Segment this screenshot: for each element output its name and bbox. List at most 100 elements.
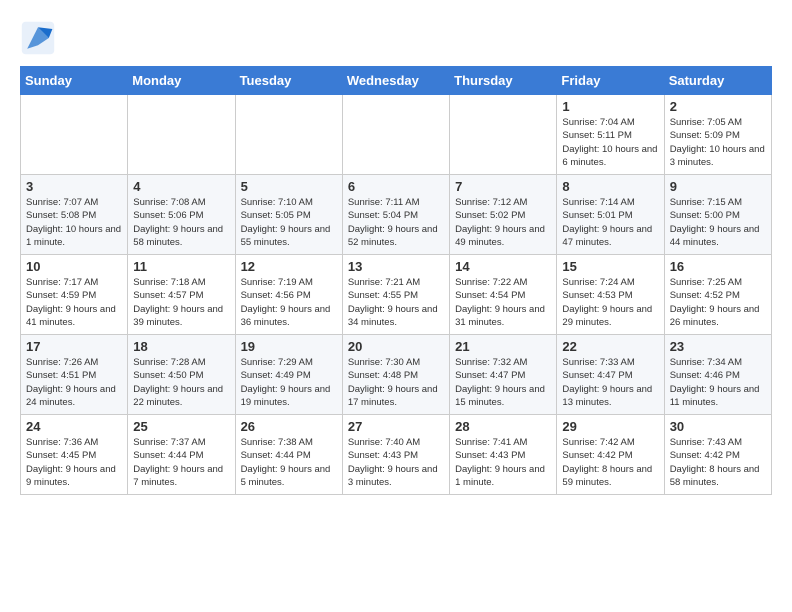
day-number: 27 — [348, 419, 444, 434]
day-number: 12 — [241, 259, 337, 274]
day-number: 3 — [26, 179, 122, 194]
calendar-cell: 21 Sunrise: 7:32 AM Sunset: 4:47 PM Dayli… — [450, 335, 557, 415]
calendar-cell: 27 Sunrise: 7:40 AM Sunset: 4:43 PM Dayli… — [342, 415, 449, 495]
day-number: 16 — [670, 259, 766, 274]
calendar-cell — [450, 95, 557, 175]
day-info: Sunrise: 7:07 AM Sunset: 5:08 PM Dayligh… — [26, 196, 122, 249]
calendar-cell: 8 Sunrise: 7:14 AM Sunset: 5:01 PM Daylig… — [557, 175, 664, 255]
calendar-cell: 13 Sunrise: 7:21 AM Sunset: 4:55 PM Dayli… — [342, 255, 449, 335]
weekday-header: Saturday — [664, 67, 771, 95]
day-info: Sunrise: 7:10 AM Sunset: 5:05 PM Dayligh… — [241, 196, 337, 249]
calendar-cell: 20Sunrise: 7:30 AM Sunset: 4:48 PM Dayli… — [342, 335, 449, 415]
calendar-cell: 11Sunrise: 7:18 AM Sunset: 4:57 PM Dayli… — [128, 255, 235, 335]
day-info: Sunrise: 7:17 AM Sunset: 4:59 PM Dayligh… — [26, 276, 122, 329]
calendar-cell: 6 Sunrise: 7:11 AM Sunset: 5:04 PM Daylig… — [342, 175, 449, 255]
day-number: 30 — [670, 419, 766, 434]
weekday-header: Friday — [557, 67, 664, 95]
calendar-cell: 14 Sunrise: 7:22 AM Sunset: 4:54 PM Dayli… — [450, 255, 557, 335]
day-number: 22 — [562, 339, 658, 354]
calendar-cell: 18 Sunrise: 7:28 AM Sunset: 4:50 PM Dayli… — [128, 335, 235, 415]
day-number: 15 — [562, 259, 658, 274]
day-info: Sunrise: 7:40 AM Sunset: 4:43 PM Dayligh… — [348, 436, 444, 489]
day-number: 5 — [241, 179, 337, 194]
day-number: 9 — [670, 179, 766, 194]
calendar-cell: 23 Sunrise: 7:34 AM Sunset: 4:46 PM Dayli… — [664, 335, 771, 415]
day-info: Sunrise: 7:19 AM Sunset: 4:56 PM Dayligh… — [241, 276, 337, 329]
calendar-cell: 24 Sunrise: 7:36 AM Sunset: 4:45 PM Dayli… — [21, 415, 128, 495]
calendar-cell — [128, 95, 235, 175]
day-number: 6 — [348, 179, 444, 194]
day-number: 7 — [455, 179, 551, 194]
calendar-cell: 30 Sunrise: 7:43 AM Sunset: 4:42 PM Dayli… — [664, 415, 771, 495]
calendar-cell: 22 Sunrise: 7:33 AM Sunset: 4:47 PM Dayli… — [557, 335, 664, 415]
day-number: 28 — [455, 419, 551, 434]
calendar-cell: 7 Sunrise: 7:12 AM Sunset: 5:02 PM Daylig… — [450, 175, 557, 255]
day-info: Sunrise: 7:08 AM Sunset: 5:06 PM Dayligh… — [133, 196, 229, 249]
day-number: 10 — [26, 259, 122, 274]
page-header — [20, 20, 772, 56]
calendar-cell: 10 Sunrise: 7:17 AM Sunset: 4:59 PM Dayli… — [21, 255, 128, 335]
calendar-cell: 1 Sunrise: 7:04 AM Sunset: 5:11 PM Daylig… — [557, 95, 664, 175]
calendar-cell: 12 Sunrise: 7:19 AM Sunset: 4:56 PM Dayli… — [235, 255, 342, 335]
day-info: Sunrise: 7:38 AM Sunset: 4:44 PM Dayligh… — [241, 436, 337, 489]
day-info: Sunrise: 7:28 AM Sunset: 4:50 PM Dayligh… — [133, 356, 229, 409]
calendar-cell: 5 Sunrise: 7:10 AM Sunset: 5:05 PM Daylig… — [235, 175, 342, 255]
calendar-cell: 17 Sunrise: 7:26 AM Sunset: 4:51 PM Dayli… — [21, 335, 128, 415]
day-info: Sunrise: 7:12 AM Sunset: 5:02 PM Dayligh… — [455, 196, 551, 249]
day-info: Sunrise: 7:29 AM Sunset: 4:49 PM Dayligh… — [241, 356, 337, 409]
day-info: Sunrise: 7:25 AM Sunset: 4:52 PM Dayligh… — [670, 276, 766, 329]
logo — [20, 20, 60, 56]
day-number: 8 — [562, 179, 658, 194]
day-info: Sunrise: 7:32 AM Sunset: 4:47 PM Dayligh… — [455, 356, 551, 409]
calendar-cell: 4 Sunrise: 7:08 AM Sunset: 5:06 PM Daylig… — [128, 175, 235, 255]
calendar-cell: 29 Sunrise: 7:42 AM Sunset: 4:42 PM Dayli… — [557, 415, 664, 495]
calendar-cell: 25 Sunrise: 7:37 AM Sunset: 4:44 PM Dayli… — [128, 415, 235, 495]
day-number: 18 — [133, 339, 229, 354]
day-info: Sunrise: 7:33 AM Sunset: 4:47 PM Dayligh… — [562, 356, 658, 409]
day-info: Sunrise: 7:26 AM Sunset: 4:51 PM Dayligh… — [26, 356, 122, 409]
day-number: 2 — [670, 99, 766, 114]
day-info: Sunrise: 7:04 AM Sunset: 5:11 PM Dayligh… — [562, 116, 658, 169]
day-info: Sunrise: 7:37 AM Sunset: 4:44 PM Dayligh… — [133, 436, 229, 489]
day-info: Sunrise: 7:22 AM Sunset: 4:54 PM Dayligh… — [455, 276, 551, 329]
day-number: 1 — [562, 99, 658, 114]
day-number: 29 — [562, 419, 658, 434]
day-number: 24 — [26, 419, 122, 434]
day-number: 17 — [26, 339, 122, 354]
day-number: 14 — [455, 259, 551, 274]
day-number: 19 — [241, 339, 337, 354]
day-number: 20 — [348, 339, 444, 354]
day-info: Sunrise: 7:15 AM Sunset: 5:00 PM Dayligh… — [670, 196, 766, 249]
logo-icon — [20, 20, 56, 56]
calendar-cell: 26 Sunrise: 7:38 AM Sunset: 4:44 PM Dayli… — [235, 415, 342, 495]
day-number: 13 — [348, 259, 444, 274]
day-number: 23 — [670, 339, 766, 354]
day-number: 21 — [455, 339, 551, 354]
calendar-cell: 19 Sunrise: 7:29 AM Sunset: 4:49 PM Dayli… — [235, 335, 342, 415]
day-info: Sunrise: 7:36 AM Sunset: 4:45 PM Dayligh… — [26, 436, 122, 489]
day-info: Sunrise: 7:34 AM Sunset: 4:46 PM Dayligh… — [670, 356, 766, 409]
weekday-header: Sunday — [21, 67, 128, 95]
calendar-cell: 15 Sunrise: 7:24 AM Sunset: 4:53 PM Dayli… — [557, 255, 664, 335]
day-info: Sunrise: 7:11 AM Sunset: 5:04 PM Dayligh… — [348, 196, 444, 249]
day-info: Sunrise: 7:43 AM Sunset: 4:42 PM Dayligh… — [670, 436, 766, 489]
day-info: Sunrise: 7:14 AM Sunset: 5:01 PM Dayligh… — [562, 196, 658, 249]
calendar-cell — [235, 95, 342, 175]
day-info: Sunrise: 7:21 AM Sunset: 4:55 PM Dayligh… — [348, 276, 444, 329]
day-info: Sunrise: 7:24 AM Sunset: 4:53 PM Dayligh… — [562, 276, 658, 329]
calendar-cell: 16 Sunrise: 7:25 AM Sunset: 4:52 PM Dayli… — [664, 255, 771, 335]
day-number: 4 — [133, 179, 229, 194]
calendar-cell: 2Sunrise: 7:05 AM Sunset: 5:09 PM Daylig… — [664, 95, 771, 175]
day-info: Sunrise: 7:18 AM Sunset: 4:57 PM Dayligh… — [133, 276, 229, 329]
weekday-header: Wednesday — [342, 67, 449, 95]
calendar-cell: 28 Sunrise: 7:41 AM Sunset: 4:43 PM Dayli… — [450, 415, 557, 495]
day-info: Sunrise: 7:42 AM Sunset: 4:42 PM Dayligh… — [562, 436, 658, 489]
day-number: 25 — [133, 419, 229, 434]
weekday-header: Thursday — [450, 67, 557, 95]
day-number: 26 — [241, 419, 337, 434]
weekday-header: Tuesday — [235, 67, 342, 95]
calendar-table: SundayMondayTuesdayWednesdayThursdayFrid… — [20, 66, 772, 495]
calendar-cell — [342, 95, 449, 175]
day-info: Sunrise: 7:41 AM Sunset: 4:43 PM Dayligh… — [455, 436, 551, 489]
weekday-header: Monday — [128, 67, 235, 95]
